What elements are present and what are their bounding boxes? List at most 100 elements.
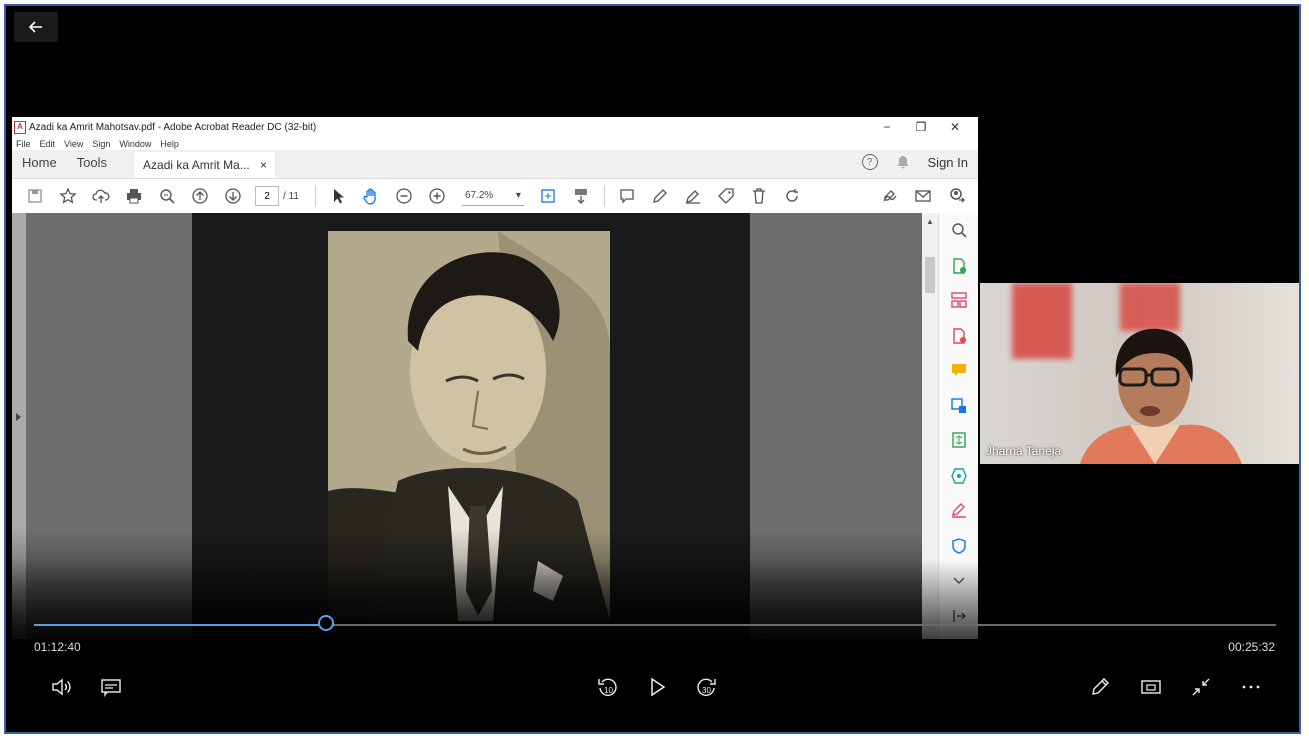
rewind-10-button[interactable]: 10	[590, 670, 624, 704]
close-icon[interactable]: ✕	[938, 120, 972, 134]
page-layout-button[interactable]	[532, 179, 565, 213]
save-button[interactable]	[18, 179, 51, 213]
toolbar-divider	[314, 185, 316, 207]
find-button[interactable]	[150, 179, 183, 213]
fit-page-icon	[541, 189, 556, 203]
tab-tools[interactable]: Tools	[67, 155, 117, 178]
arrow-left-icon	[28, 21, 42, 33]
fill-sign-button[interactable]	[873, 179, 906, 213]
fill-sign-tool-icon[interactable]	[950, 501, 968, 519]
expand-arrow-icon	[16, 413, 21, 421]
exit-fullscreen-button[interactable]	[1184, 670, 1218, 704]
menu-window[interactable]: Window	[119, 139, 151, 149]
shield-icon[interactable]	[950, 537, 968, 555]
participant-avatar	[1080, 328, 1242, 464]
compress-pdf-icon[interactable]	[950, 431, 968, 449]
next-page-button[interactable]	[216, 179, 249, 213]
zoom-in-button[interactable]	[421, 179, 454, 213]
share-button[interactable]	[939, 179, 972, 213]
edit-button[interactable]	[1083, 670, 1117, 704]
chevron-right-icon[interactable]	[1276, 359, 1294, 389]
forward-seconds-label: 30	[702, 686, 711, 695]
floppy-icon	[27, 189, 42, 203]
zoom-search-icon[interactable]	[950, 221, 968, 239]
scrollbar-thumb[interactable]	[925, 257, 935, 293]
menu-edit[interactable]: Edit	[40, 139, 56, 149]
print-button[interactable]	[117, 179, 150, 213]
tab-document[interactable]: Azadi ka Amrit Ma... ×	[135, 152, 276, 178]
envelope-icon	[914, 190, 931, 202]
bell-icon[interactable]	[896, 155, 910, 169]
more-tools-chevron-icon[interactable]	[950, 571, 968, 589]
minimize-icon[interactable]: −	[870, 120, 904, 134]
combine-files-icon[interactable]	[950, 397, 968, 415]
left-panel-toggle[interactable]	[12, 213, 26, 639]
menu-file[interactable]: File	[16, 139, 31, 149]
menu-view[interactable]: View	[64, 139, 83, 149]
prev-page-button[interactable]	[183, 179, 216, 213]
hand-icon	[363, 188, 377, 205]
help-icon[interactable]: ?	[861, 154, 878, 170]
comment-icon	[620, 189, 635, 204]
arrow-down-circle-icon	[224, 188, 241, 204]
chevron-down-icon: ▾	[515, 190, 521, 201]
arrow-up-circle-icon	[191, 188, 208, 204]
select-tool-button[interactable]	[322, 179, 355, 213]
fast-forward-icon: 30	[697, 678, 716, 697]
captions-button[interactable]	[94, 670, 128, 704]
acrobat-logo-icon: A	[14, 120, 26, 134]
zoom-level-select[interactable]: 67.2% ▾	[461, 187, 524, 206]
more-options-button[interactable]	[1234, 670, 1268, 704]
organize-pages-icon[interactable]	[950, 291, 968, 309]
bookmark-button[interactable]	[51, 179, 84, 213]
toolbar-divider	[603, 185, 605, 207]
speaker-icon	[52, 678, 71, 696]
scan-ocr-icon[interactable]	[950, 467, 968, 485]
restore-icon[interactable]: ❐	[904, 120, 938, 134]
menu-help[interactable]: Help	[160, 139, 179, 149]
mini-view-button[interactable]	[1134, 670, 1168, 704]
menu-sign[interactable]: Sign	[92, 139, 110, 149]
star-icon	[58, 187, 77, 204]
highlight-button[interactable]	[644, 179, 677, 213]
seek-bar-thumb[interactable]	[317, 615, 334, 631]
rewind-seconds-label: 10	[604, 686, 613, 695]
seek-bar[interactable]	[34, 615, 1276, 631]
back-button[interactable]	[14, 12, 58, 42]
collapse-pane-icon[interactable]	[950, 607, 968, 625]
upload-button[interactable]	[84, 179, 117, 213]
create-pdf-icon[interactable]	[950, 327, 968, 345]
tab-home[interactable]: Home	[12, 155, 67, 178]
comment-button[interactable]	[611, 179, 644, 213]
tools-pane	[938, 213, 978, 639]
stamp-button[interactable]	[710, 179, 743, 213]
comment-tool-icon[interactable]	[950, 361, 968, 379]
participant-video[interactable]: Jharna Taneja	[980, 283, 1299, 464]
draw-button[interactable]	[677, 179, 710, 213]
zoom-out-button[interactable]	[388, 179, 421, 213]
captions-icon	[101, 679, 121, 698]
menu-bar: File Edit View Sign Window Help	[12, 137, 978, 150]
scroll-mode-icon	[575, 189, 588, 204]
vertical-scrollbar[interactable]: ▲	[922, 213, 938, 639]
hand-tool-button[interactable]	[355, 179, 388, 213]
page-number-input[interactable]: 2	[255, 186, 279, 206]
tab-close-icon[interactable]: ×	[260, 158, 267, 172]
scroll-up-icon[interactable]: ▲	[926, 217, 934, 226]
portrait-image	[328, 231, 610, 621]
document-viewer[interactable]	[12, 213, 922, 639]
play-button[interactable]	[640, 670, 674, 704]
sign-in-button[interactable]: Sign In	[928, 155, 968, 170]
zoom-level-value: 67.2%	[464, 190, 494, 201]
volume-button[interactable]	[44, 670, 78, 704]
tag-icon	[718, 188, 735, 204]
rewind-icon: 10	[598, 678, 617, 697]
ellipsis-icon	[1242, 685, 1260, 689]
export-pdf-icon[interactable]	[950, 257, 968, 275]
tab-bar: Home Tools Azadi ka Amrit Ma... × ? Sign…	[12, 150, 978, 179]
forward-30-button[interactable]: 30	[690, 670, 724, 704]
scroll-mode-button[interactable]	[565, 179, 598, 213]
delete-button[interactable]	[743, 179, 776, 213]
email-button[interactable]	[906, 179, 939, 213]
undo-button[interactable]	[776, 179, 809, 213]
